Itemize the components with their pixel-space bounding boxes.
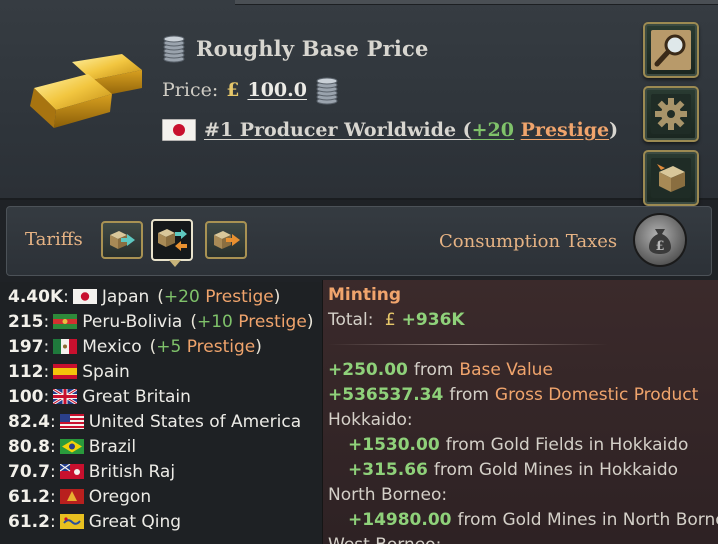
producer-country: Brazil xyxy=(88,436,137,457)
side-button-column xyxy=(643,22,699,214)
producer-prestige: (+20 Prestige) xyxy=(157,286,281,307)
price-status-row: Roughly Base Price xyxy=(162,30,429,66)
trade-goods-button[interactable] xyxy=(643,150,699,206)
producer-output: 4.40K xyxy=(8,286,64,307)
svg-text:£: £ xyxy=(655,239,664,254)
tariffs-label: Tariffs xyxy=(25,229,83,250)
price-label: Price: xyxy=(162,79,219,101)
price-value-link[interactable]: 100.0 xyxy=(247,79,307,101)
top-producer-rank: #1 Producer Worldwide ( xyxy=(204,119,472,141)
trade-arrows-icon xyxy=(158,229,187,251)
top-producer-row: #1 Producer Worldwide (+20 Prestige) xyxy=(162,114,618,146)
japan-flag-icon xyxy=(162,119,196,141)
producer-prestige: (+10 Prestige) xyxy=(190,311,314,332)
spain-flag-icon xyxy=(53,364,78,379)
import-priority-button[interactable] xyxy=(101,221,143,259)
consumption-taxes-label: Consumption Taxes xyxy=(439,231,618,252)
gold-bars-icon xyxy=(30,54,142,128)
producer-output: 80.8 xyxy=(8,436,50,457)
tariff-bar: Tariffs Consumption Taxes £ xyxy=(6,206,712,276)
tooltip-line: +1530.00 from Gold Fields in Hokkaido xyxy=(348,434,689,455)
list-item[interactable]: 61.2: Great Qing xyxy=(8,509,322,534)
crate-icon xyxy=(651,158,691,198)
tooltip-title: Minting xyxy=(328,284,402,305)
top-producer-close: ) xyxy=(609,119,619,141)
tooltip-line: +315.66 from Gold Mines in Hokkaido xyxy=(348,459,679,480)
producer-output: 61.2 xyxy=(8,511,50,532)
producer-country: Spain xyxy=(82,361,130,382)
mexico-flag-icon xyxy=(53,339,78,354)
price-row: Price: £ 100.0 xyxy=(162,72,339,108)
producer-output: 61.2 xyxy=(8,486,50,507)
pound-icon: £ xyxy=(226,79,240,101)
import-arrow-icon xyxy=(110,231,135,249)
coin-stack-icon xyxy=(163,35,185,63)
producer-output: 100 xyxy=(8,386,44,407)
producer-output: 112 xyxy=(8,361,44,382)
producer-country: Peru-Bolivia xyxy=(82,311,183,332)
producer-output: 70.7 xyxy=(8,461,50,482)
oregon-flag-icon xyxy=(59,489,84,504)
list-item[interactable]: 70.7: British Raj xyxy=(8,459,322,484)
price-status-title: Roughly Base Price xyxy=(196,35,429,61)
tooltip-state-heading: West Borneo: xyxy=(328,532,718,544)
producer-country: United States of America xyxy=(88,411,302,432)
list-item[interactable]: 215: Peru-Bolivia (+10 Prestige) xyxy=(8,309,322,334)
great-britain-flag-icon xyxy=(53,389,78,404)
tooltip-line: +14980.00 from Gold Mines in North Borneo xyxy=(348,509,718,530)
top-producer-link[interactable]: #1 Producer Worldwide (+20 Prestige) xyxy=(204,119,618,141)
producer-output: 82.4 xyxy=(8,411,50,432)
producers-list: 4.40K: Japan (+20 Prestige) 215: Peru-Bo… xyxy=(0,282,322,544)
pound-icon: £ xyxy=(384,309,396,330)
minting-tooltip: Minting Total: £ +936K +250.00 from Base Va… xyxy=(322,280,718,544)
export-arrow-icon xyxy=(214,231,240,249)
great-qing-flag-icon xyxy=(59,514,84,529)
list-item[interactable]: 82.4: United States of America xyxy=(8,409,322,434)
list-item[interactable]: 61.2: Oregon xyxy=(8,484,322,509)
producer-output: 197 xyxy=(8,336,44,357)
coin-stack-icon xyxy=(316,77,338,105)
brazil-flag-icon xyxy=(59,439,84,454)
goods-header-panel: Roughly Base Price Price: £ 100.0 #1 Pro… xyxy=(0,0,718,206)
producer-country: Oregon xyxy=(88,486,152,507)
tooltip-total: Total: £ +936K xyxy=(328,309,465,330)
settings-button[interactable] xyxy=(643,86,699,142)
money-bag-icon: £ xyxy=(649,229,671,254)
tooltip-divider xyxy=(328,332,718,357)
list-item[interactable]: 112: Spain xyxy=(8,359,322,384)
top-producer-prestige-word: Prestige xyxy=(520,119,610,141)
tooltip-state-heading: Hokkaido: xyxy=(328,409,413,430)
consumption-tax-button[interactable]: £ xyxy=(633,213,687,267)
top-producer-prestige-amount: +20 xyxy=(471,119,515,141)
usa-flag-icon xyxy=(59,414,84,429)
producer-prestige: (+5 Prestige) xyxy=(149,336,262,357)
producer-country: British Raj xyxy=(88,461,176,482)
producer-country: Great Qing xyxy=(88,511,182,532)
peru-bolivia-flag-icon xyxy=(53,314,78,329)
producer-country: Japan xyxy=(101,286,150,307)
list-item[interactable]: 100: Great Britain xyxy=(8,384,322,409)
gear-icon xyxy=(651,94,691,134)
producer-country: Great Britain xyxy=(82,386,191,407)
list-item[interactable]: 197: Mexico (+5 Prestige) xyxy=(8,334,322,359)
producer-output: 215 xyxy=(8,311,44,332)
magnifier-icon xyxy=(651,30,691,70)
no-priority-button[interactable] xyxy=(151,219,193,267)
list-item[interactable]: 80.8: Brazil xyxy=(8,434,322,459)
tooltip-line: +536537.34 from Gross Domestic Product xyxy=(328,384,699,405)
list-item[interactable]: 4.40K: Japan (+20 Prestige) xyxy=(8,284,322,309)
producer-country: Mexico xyxy=(82,336,142,357)
export-priority-button[interactable] xyxy=(205,221,247,259)
tooltip-line: +250.00 from Base Value xyxy=(328,359,553,380)
japan-flag-icon xyxy=(72,289,97,304)
inspect-button[interactable] xyxy=(643,22,699,78)
british-raj-flag-icon xyxy=(59,464,84,479)
tooltip-state-heading: North Borneo: xyxy=(328,484,448,505)
